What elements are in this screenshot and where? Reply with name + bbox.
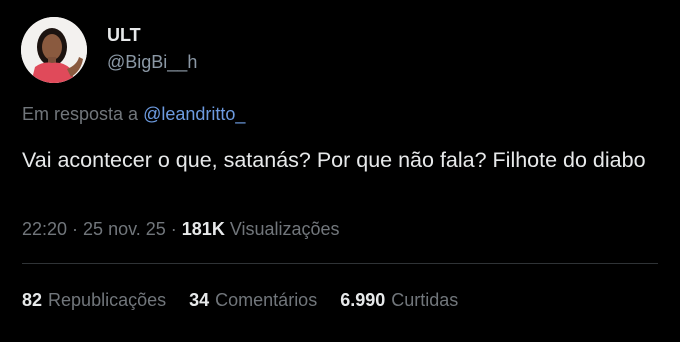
tweet-meta: 22:20 · 25 nov. 25 · 181K Visualizações [22,219,340,240]
engagement-stats: 82 Republicações 34 Comentários 6.990 Curti… [22,290,476,311]
tweet-text: Vai acontecer o que, satanás? Por que nã… [22,148,646,172]
divider [22,263,658,264]
views-label: Visualizações [224,219,340,239]
display-name[interactable]: ULT [107,25,141,46]
tweet-time[interactable]: 22:20 [22,219,67,239]
avatar-image [21,17,87,83]
avatar[interactable] [21,17,87,83]
reposts-count: 82 [22,290,43,310]
comments-label: Comentários [215,290,318,310]
tweet-card: ULT @BigBi__h Em resposta a @leandritto_… [0,0,680,342]
reply-prefix: Em resposta a [22,104,144,124]
reposts-label: Republicações [48,290,167,310]
comments-stat[interactable]: 34 Comentários [189,290,317,311]
likes-count: 6.990 [340,290,386,310]
likes-stat[interactable]: 6.990 Curtidas [340,290,458,311]
likes-label: Curtidas [391,290,459,310]
tweet-date[interactable]: 25 nov. 25 [83,219,166,239]
views-count[interactable]: 181K [182,219,225,239]
comments-count: 34 [189,290,210,310]
user-handle[interactable]: @BigBi__h [107,52,197,73]
meta-separator: · [67,219,84,239]
reply-context: Em resposta a @leandritto_ [22,104,245,125]
meta-separator: · [165,219,182,239]
reply-mention-link[interactable]: @leandritto_ [143,104,245,124]
reposts-stat[interactable]: 82 Republicações [22,290,166,311]
